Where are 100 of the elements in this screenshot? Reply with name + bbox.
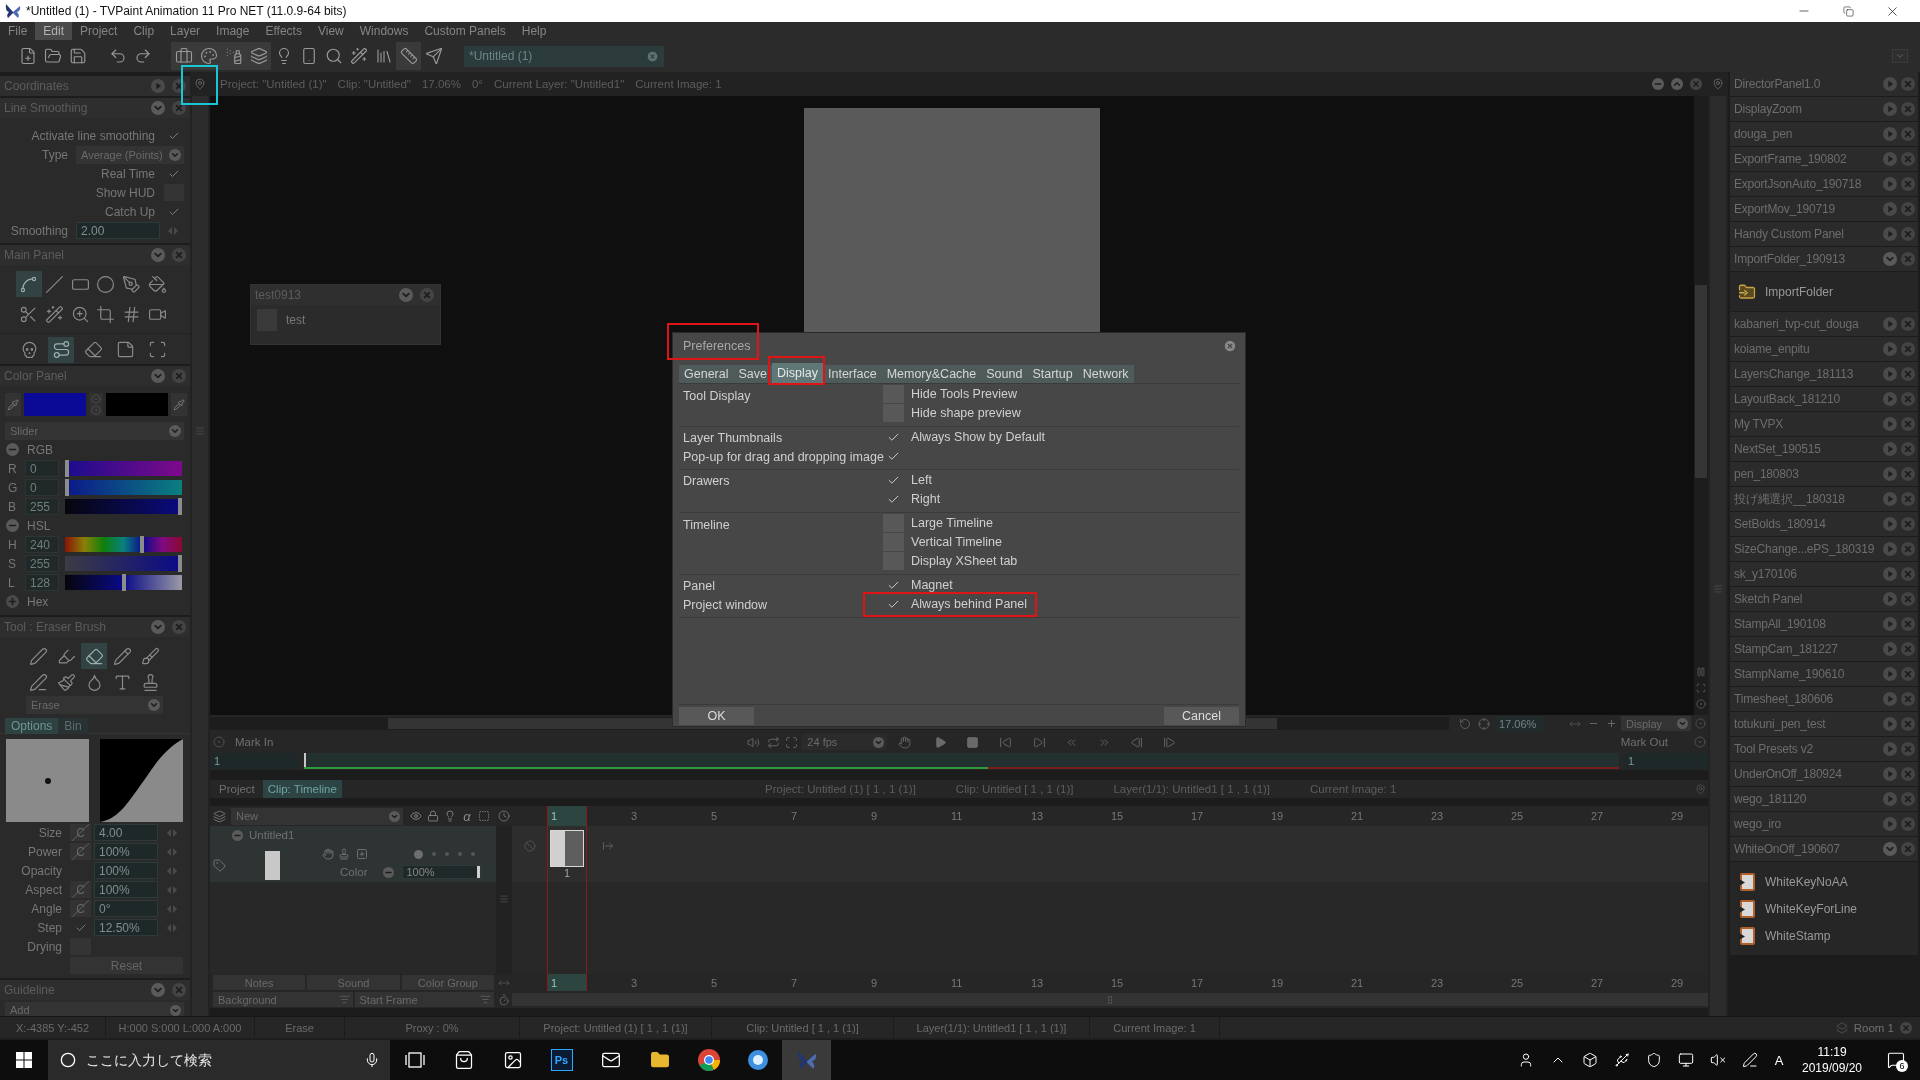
- panel-name: wego_181120: [1734, 792, 1808, 806]
- panel-name: ExportJsonAuto_190718: [1734, 177, 1863, 191]
- frame-number: 29: [1670, 809, 1685, 824]
- info-text: Clip: "Untitled": [337, 78, 411, 90]
- panel-name: Timesheet_180606: [1734, 692, 1835, 706]
- option-label: Always behind Panel: [911, 597, 1028, 612]
- panel-name: LayersChange_181113: [1734, 367, 1855, 381]
- option-label: Display XSheet tab: [911, 554, 1018, 568]
- frame-number: 5: [710, 809, 719, 824]
- frame-number: 13: [1030, 809, 1045, 824]
- info-text: 17.06%: [421, 78, 461, 90]
- status-text: Erase: [255, 1017, 345, 1038]
- panel-name: pen_180803: [1734, 467, 1800, 481]
- param-label: Opacity: [20, 863, 62, 878]
- time-text: 11:19: [1817, 1045, 1847, 1059]
- frame-number: 29: [1670, 975, 1685, 991]
- action-name: WhiteKeyForLine: [1765, 901, 1858, 916]
- frame-number: 17: [1190, 809, 1205, 824]
- mark-in-label: Mark In: [235, 736, 274, 748]
- setting-label: Timeline: [683, 517, 731, 532]
- option-label: Show HUD: [95, 185, 155, 200]
- status-text: Project: Untitled (1) [ 1 , 1 (1)]: [520, 1017, 712, 1038]
- option-label: Activate line smoothing: [31, 128, 155, 143]
- color-label: Color: [340, 866, 368, 878]
- frame-number: 3: [630, 975, 639, 991]
- frame-number: 15: [1110, 975, 1125, 991]
- param-label: Size: [37, 825, 62, 840]
- panel-name: ImportFolder_190913: [1734, 252, 1846, 266]
- status-text: Clip: Untitled [ 1 , 1 (1)]: [712, 1017, 894, 1038]
- group-label: HSL: [27, 518, 51, 533]
- frame-number: 3: [630, 809, 639, 824]
- option-label: Right: [911, 492, 941, 507]
- panel-name: My TVPX: [1734, 417, 1785, 431]
- frame-number: 15: [1110, 809, 1125, 824]
- param-label: Drying: [26, 939, 62, 954]
- panel-name: SizeChange...ePS_180319: [1734, 542, 1876, 556]
- panel-name: NextSet_190515: [1734, 442, 1822, 456]
- info-text: Project: "Untitled (1)": [220, 78, 327, 90]
- param-label: Angle: [30, 901, 62, 916]
- mark-out-label: Mark Out: [1620, 736, 1668, 748]
- panel-name: SetBolds_180914: [1734, 517, 1827, 531]
- panel-name: WhiteOnOff_190607: [1734, 842, 1841, 856]
- frame-label: 1: [564, 868, 570, 879]
- frame-number: 23: [1430, 809, 1445, 824]
- option-label: Real Time: [100, 166, 155, 181]
- panel-name: 投げ縄選択__180318: [1734, 490, 1846, 508]
- channel-label: L: [8, 575, 16, 590]
- panel-name: StampAll_190108: [1734, 617, 1827, 631]
- panel-name: LayoutBack_181210: [1734, 392, 1842, 406]
- frame-number: 9: [870, 809, 879, 824]
- status-text: Layer(1/1): Untitled1 [ 1 , 1 (1)]: [894, 1017, 1090, 1038]
- panel-name: Handy Custom Panel: [1734, 227, 1845, 241]
- channel-label: R: [8, 461, 18, 476]
- frame-number: 27: [1590, 975, 1605, 991]
- status-text: H:000 S:000 L:000 A:000: [106, 1017, 255, 1038]
- group-label: Hex: [27, 594, 49, 609]
- group-label: RGB: [27, 442, 53, 457]
- field-label: Type: [41, 147, 68, 162]
- frame-number: 19: [1270, 809, 1285, 824]
- action-name: ImportFolder: [1765, 284, 1834, 299]
- option-label: Magnet: [911, 578, 953, 593]
- frame-number: 9: [870, 975, 879, 991]
- room-label: Room 1: [1853, 1021, 1894, 1034]
- panel-name: StampName_190610: [1734, 667, 1846, 681]
- frame-number: 5: [710, 975, 719, 991]
- frame-number: 7: [790, 809, 799, 824]
- layer-name: Untitled1: [249, 829, 295, 841]
- option-label: Always Show by Default: [911, 430, 1046, 445]
- frame-number: 1: [547, 974, 587, 991]
- frame-number: 11: [950, 809, 964, 824]
- info-text: Current Image: 1: [635, 78, 722, 90]
- panel-name: kabaneri_tvp-cut_douga: [1734, 317, 1860, 331]
- frame-number: 21: [1350, 809, 1365, 824]
- option-label: Large Timeline: [911, 516, 993, 530]
- panel-name: totukuni_pen_test: [1734, 717, 1827, 731]
- panel-name: DisplayZoom: [1734, 102, 1803, 116]
- date-text: 2019/09/20: [1801, 1061, 1863, 1075]
- panel-name: ExportFrame_190802: [1734, 152, 1848, 166]
- panel-name: DirectorPanel1.0: [1734, 77, 1822, 91]
- dialog-title: Preferences: [683, 339, 751, 353]
- notification-count: 6: [1896, 1060, 1908, 1072]
- panel-name: wego_iro: [1734, 817, 1783, 831]
- panel-name: Tool Presets v2: [1734, 742, 1815, 756]
- panel-name: sk_y170106: [1734, 567, 1798, 581]
- frame-number: 13: [1030, 975, 1045, 991]
- panel-name: ExportMov_190719: [1734, 202, 1836, 216]
- setting-label: Drawers: [683, 473, 731, 488]
- status-text: Current Image: 1: [1090, 1017, 1220, 1038]
- setting-label: Pop-up for drag and dropping image: [683, 449, 883, 464]
- panel-name: Sketch Panel: [1734, 592, 1804, 606]
- option-label: Catch Up: [104, 204, 155, 219]
- setting-label: Project window: [683, 597, 769, 612]
- panel-name: douga_pen: [1734, 127, 1794, 141]
- panel-name: koiame_enpitu: [1734, 342, 1811, 356]
- app-tile-icon: Ps: [550, 1049, 573, 1071]
- frame-number: 7: [790, 975, 799, 991]
- option-label: Vertical Timeline: [911, 535, 1002, 549]
- panel-name: UnderOnOff_180924: [1734, 767, 1843, 781]
- frame-number: 23: [1430, 975, 1445, 991]
- option-label: Hide Tools Preview: [911, 387, 1018, 401]
